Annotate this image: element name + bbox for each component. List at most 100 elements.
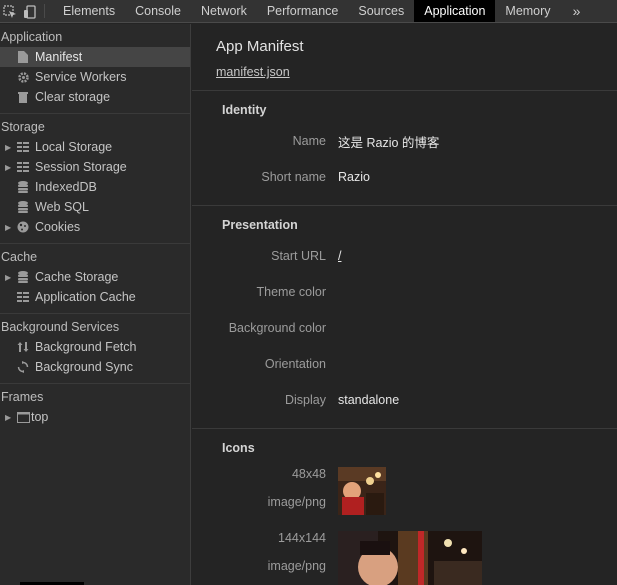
cookie-icon [15,220,31,234]
sidebar-item-label: Session Storage [35,160,127,174]
more-tabs-button[interactable]: » [561,0,593,22]
manifest-header: App Manifest manifest.json [192,24,617,91]
tab-network[interactable]: Network [191,0,257,22]
sidebar: Application Manifest Service Workers Cle… [0,24,191,585]
section-title: Application [1,30,63,44]
sidebar-item-label: Manifest [35,50,83,64]
field-label: Name [292,134,326,148]
database-icon [15,270,31,284]
icon-entry: 144x144 image/png [192,531,617,585]
field-label: Background color [228,321,326,335]
name-value: 这是 Razio 的博客 [338,135,440,150]
sidebar-item-label: Clear storage [35,90,111,104]
sidebar-item-label: Background Fetch [35,340,137,354]
tab-application[interactable]: Application [414,0,496,22]
identity-section: Identity Name 这是 Razio 的博客 Short name Ra… [192,91,617,206]
icon-preview-image [338,531,482,585]
icon-size: 144x144 [278,531,326,545]
sidebar-item-web-sql[interactable]: Web SQL [0,197,190,217]
sidebar-item-clear-storage[interactable]: Clear storage [0,87,190,107]
sidebar-section-storage: Storage ▶ Local Storage ▶ Session Storag… [0,113,190,243]
sidebar-item-manifest[interactable]: Manifest [0,47,190,67]
icon-size: 48x48 [291,467,326,481]
cursor-select-icon[interactable] [0,0,20,23]
short-name-value: Razio [338,170,370,184]
start-url-row: Start URL / [192,238,617,274]
display-value: standalone [338,393,400,407]
sidebar-item-label: Application Cache [35,290,136,304]
icons-section: Icons 48x48 image/png 144x144 image/png [192,429,617,585]
background-color-row: Background color [192,310,617,346]
sync-icon [15,360,31,374]
sidebar-section-cache: Cache ▶ Cache Storage Application Cache [0,243,190,313]
manifest-json-link[interactable]: manifest.json [216,65,290,79]
tab-console[interactable]: Console [125,0,191,22]
sidebar-item-label: Cache Storage [35,270,119,284]
short-name-row: Short name Razio [192,159,617,195]
database-icon [15,200,31,214]
grid-icon [15,160,31,174]
expand-arrow-icon[interactable]: ▶ [5,223,15,232]
expand-arrow-icon[interactable]: ▶ [5,143,15,152]
sidebar-item-indexeddb[interactable]: IndexedDB [0,177,190,197]
sidebar-item-label: Service Workers [35,70,127,84]
field-label: Display [285,393,326,407]
field-label: Orientation [264,357,326,371]
gear-icon [15,70,31,84]
section-title: Background Services [1,320,120,334]
sidebar-item-application-cache[interactable]: Application Cache [0,287,190,307]
section-title: Identity [222,103,267,117]
devtools-toolbar: Elements Console Network Performance Sou… [0,0,617,23]
sidebar-item-background-sync[interactable]: Background Sync [0,357,190,377]
trash-icon [15,90,31,104]
grid-icon [15,140,31,154]
sidebar-item-label: IndexedDB [35,180,97,194]
field-label: Short name [261,170,326,184]
sidebar-item-session-storage[interactable]: ▶ Session Storage [0,157,190,177]
up-down-arrows-icon [15,340,31,354]
sidebar-item-service-workers[interactable]: Service Workers [0,67,190,87]
sidebar-item-label: Web SQL [35,200,89,214]
sidebar-section-frames: Frames ▶ top [0,383,190,433]
icon-type: image/png [267,559,326,573]
tab-elements[interactable]: Elements [53,0,125,22]
section-title: Presentation [222,218,298,232]
expand-arrow-icon[interactable]: ▶ [5,163,15,172]
database-icon [15,180,31,194]
section-title: Storage [1,120,45,134]
sidebar-item-top-frame[interactable]: ▶ top [0,407,190,427]
sidebar-item-label: Background Sync [35,360,133,374]
sidebar-section-application: Application Manifest Service Workers Cle… [0,24,190,113]
start-url-link[interactable]: / [338,249,341,263]
tab-performance[interactable]: Performance [257,0,349,22]
sidebar-item-local-storage[interactable]: ▶ Local Storage [0,137,190,157]
sidebar-item-cache-storage[interactable]: ▶ Cache Storage [0,267,190,287]
sidebar-item-label: Local Storage [35,140,113,154]
tab-memory[interactable]: Memory [495,0,560,22]
toolbar-divider [44,4,45,18]
device-toggle-icon[interactable] [20,0,40,23]
manifest-panel: App Manifest manifest.json Identity Name… [192,24,617,585]
sidebar-item-label: Cookies [35,220,81,234]
display-row: Display standalone [192,382,617,418]
sidebar-section-background-services: Background Services Background Fetch Bac… [0,313,190,383]
tab-sources[interactable]: Sources [348,0,414,22]
grid-icon [15,290,31,304]
sidebar-item-background-fetch[interactable]: Background Fetch [0,337,190,357]
field-label: Theme color [256,285,326,299]
section-title: Icons [222,441,255,455]
theme-color-row: Theme color [192,274,617,310]
expand-arrow-icon[interactable]: ▶ [5,413,15,422]
page-title: App Manifest [216,38,304,55]
icon-preview-image [338,467,386,531]
section-title: Frames [1,390,44,404]
frame-icon [15,410,31,424]
name-row: Name 这是 Razio 的博客 [192,123,617,159]
expand-arrow-icon[interactable]: ▶ [5,273,15,282]
icon-entry: 48x48 image/png [192,467,617,531]
sidebar-item-cookies[interactable]: ▶ Cookies [0,217,190,237]
orientation-row: Orientation [192,346,617,382]
section-title: Cache [1,250,38,264]
presentation-section: Presentation Start URL / Theme color Bac… [192,206,617,429]
document-icon [15,50,31,64]
